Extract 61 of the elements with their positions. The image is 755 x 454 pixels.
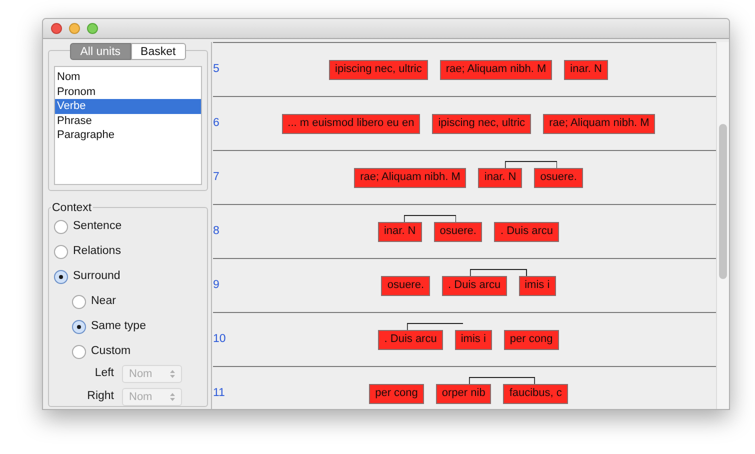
radio-button[interactable]: [72, 294, 86, 308]
unit-chip[interactable]: inar. N: [564, 60, 608, 80]
unit-chip[interactable]: ... m euismod libero eu en: [282, 114, 420, 134]
list-item[interactable]: Paragraphe: [55, 128, 201, 142]
tab[interactable]: Basket: [130, 43, 186, 60]
unit-chip[interactable]: rae; Aliquam nibh. M: [440, 60, 552, 80]
list-item[interactable]: Nom: [55, 70, 201, 84]
radio-button[interactable]: [72, 344, 86, 358]
stepper-icon: [170, 393, 175, 401]
unit-chip[interactable]: ipiscing nec, ultric: [329, 60, 428, 80]
tab[interactable]: All units: [70, 43, 131, 60]
link-bracket: [406, 322, 464, 330]
unit-chip[interactable]: . Duis arcu: [378, 330, 443, 350]
scroll-thumb[interactable]: [719, 124, 727, 279]
scrollbar[interactable]: [716, 42, 729, 409]
link-bracket: [504, 160, 557, 168]
link-bracket: [468, 376, 535, 384]
link-bracket: [404, 214, 456, 222]
unit-chip[interactable]: osuere.: [381, 276, 430, 296]
unit-chip[interactable]: rae; Aliquam nibh. M: [354, 168, 466, 188]
radio-label: Near: [91, 294, 116, 309]
select-label: Left: [94, 366, 114, 382]
link-bracket: [470, 268, 528, 276]
unit-chip[interactable]: per cong: [504, 330, 559, 350]
unit-chip[interactable]: inar. N: [378, 222, 422, 242]
minimize-button[interactable]: [69, 23, 80, 34]
radio-button[interactable]: [54, 270, 68, 284]
list-item[interactable]: Verbe: [55, 99, 201, 114]
unit-chip[interactable]: rae; Aliquam nibh. M: [543, 114, 656, 134]
unit-chip[interactable]: osuere.: [434, 222, 482, 242]
radio-button[interactable]: [54, 220, 68, 234]
unit-chip[interactable]: . Duis arcu: [494, 222, 560, 242]
unit-chip[interactable]: orper nib: [436, 384, 492, 404]
radio-label: Custom: [91, 344, 131, 359]
unit-chip[interactable]: faucibus, c: [503, 384, 568, 404]
line-number: 7: [213, 170, 220, 185]
line-number: 5: [213, 62, 220, 77]
unit-chip[interactable]: imis i: [518, 276, 556, 296]
unit-chip[interactable]: . Duis arcu: [442, 276, 507, 296]
radio-button[interactable]: [72, 320, 86, 334]
radio-label: Same type: [91, 318, 146, 334]
radio-button[interactable]: [54, 244, 68, 258]
list-item[interactable]: Pronom: [55, 84, 201, 99]
unit-chip[interactable]: per cong: [369, 384, 424, 404]
select-label: Right: [86, 389, 114, 404]
zoom-button[interactable]: [87, 23, 98, 34]
line-number: 9: [213, 278, 220, 293]
unit-chip[interactable]: ipiscing nec, ultric: [432, 114, 532, 134]
close-button[interactable]: [51, 23, 62, 34]
list-item[interactable]: Phrase: [55, 114, 201, 128]
line-number: 11: [213, 386, 226, 401]
stepper-icon: [170, 370, 175, 378]
line-number: 6: [213, 116, 220, 131]
line-number: 8: [213, 224, 220, 239]
unit-chip[interactable]: osuere.: [534, 168, 583, 188]
unit-chip[interactable]: imis i: [454, 330, 492, 350]
radio-label: Surround: [73, 268, 120, 284]
radio-label: Relations: [73, 244, 121, 259]
unit-chip[interactable]: inar. N: [478, 168, 522, 188]
radio-label: Sentence: [73, 218, 122, 234]
line-number: 10: [213, 332, 227, 347]
